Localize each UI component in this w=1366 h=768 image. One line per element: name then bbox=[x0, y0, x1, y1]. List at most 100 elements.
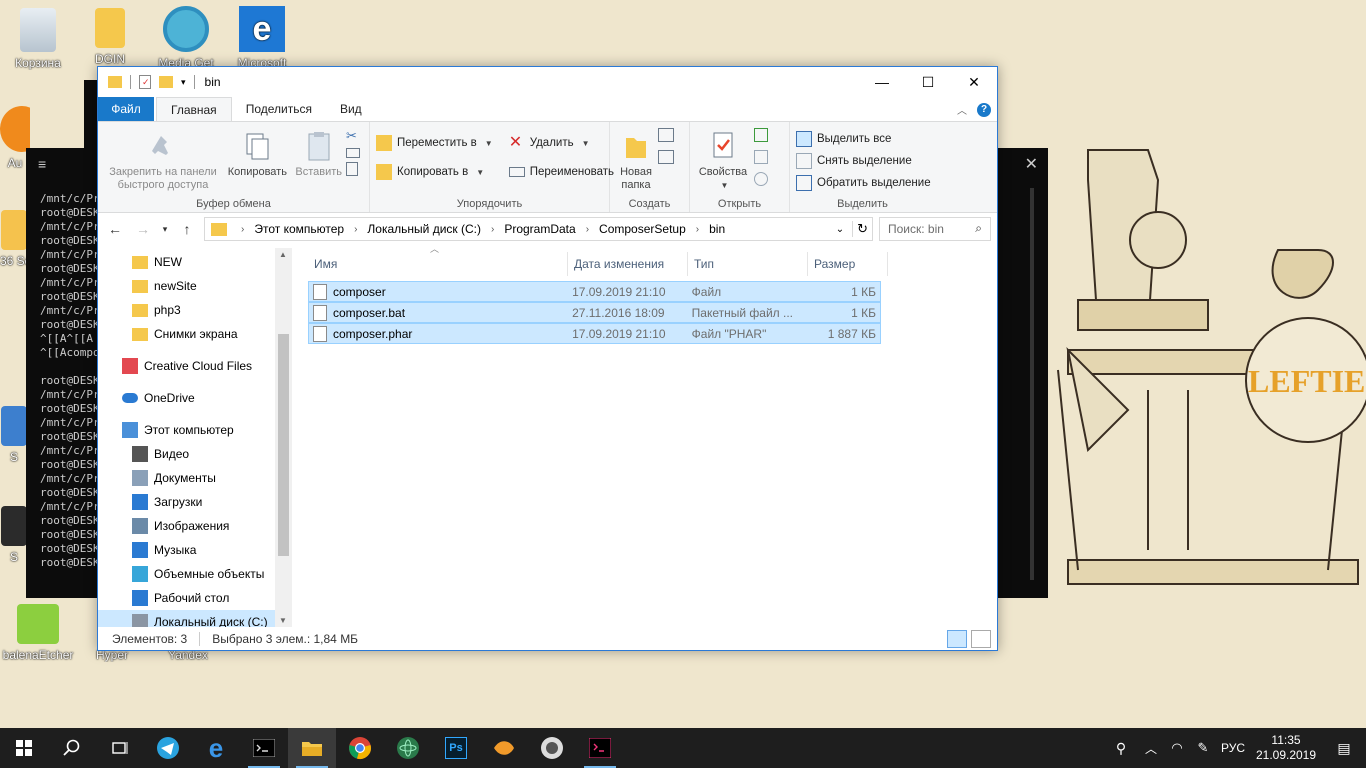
tab-file[interactable]: Файл bbox=[98, 97, 154, 121]
breadcrumb-composersetup[interactable]: ComposerSetup bbox=[599, 222, 686, 236]
desktop-icon-app36[interactable]: 36 Se bbox=[0, 210, 28, 268]
copy-button[interactable]: Копировать bbox=[225, 130, 289, 179]
delete-button[interactable]: ✕ Удалить ▼ bbox=[509, 132, 614, 154]
easy-access-icon[interactable] bbox=[658, 150, 674, 164]
search-input[interactable]: Поиск: bin ⌕ bbox=[879, 217, 991, 241]
taskbar-app-fish[interactable] bbox=[480, 728, 528, 768]
taskbar-edge[interactable]: e bbox=[192, 728, 240, 768]
details-view-button[interactable] bbox=[947, 630, 967, 648]
nav-item[interactable]: Музыка bbox=[98, 538, 292, 562]
pin-quick-access-button[interactable]: Закрепить на панели быстрого доступа bbox=[104, 130, 222, 192]
nav-item[interactable]: Этот компьютер bbox=[98, 418, 292, 442]
scroll-up-icon[interactable]: ▲ bbox=[279, 250, 287, 259]
desktop-icon-folder[interactable]: DGIN bbox=[72, 8, 148, 66]
scrollbar-thumb[interactable] bbox=[278, 334, 289, 556]
address-dropdown-chevron-icon[interactable]: ⌄ bbox=[832, 224, 848, 235]
recent-locations-chevron-icon[interactable]: ▾ bbox=[160, 224, 170, 235]
copy-path-icon[interactable] bbox=[346, 148, 360, 158]
nav-item[interactable]: Снимки экрана bbox=[98, 322, 292, 346]
properties-button[interactable]: Свойства ▼ bbox=[696, 130, 750, 192]
select-all-button[interactable]: Выделить все bbox=[796, 128, 929, 150]
task-view-button[interactable] bbox=[96, 728, 144, 768]
breadcrumb-bin[interactable]: bin bbox=[709, 222, 725, 236]
desktop-icon-mediaget[interactable]: Media Get bbox=[148, 6, 224, 70]
show-hidden-icons-icon[interactable]: ︿ bbox=[1138, 740, 1164, 757]
nav-item[interactable]: Creative Cloud Files bbox=[98, 354, 292, 378]
pen-icon[interactable]: ✎ bbox=[1190, 740, 1216, 756]
new-folder-icon[interactable] bbox=[159, 76, 173, 88]
refresh-icon[interactable]: ↻ bbox=[852, 221, 872, 237]
address-bar[interactable]: › Этот компьютер › Локальный диск (C:) ›… bbox=[204, 217, 873, 241]
desktop-icon-s1[interactable]: S bbox=[0, 406, 28, 464]
nav-item[interactable]: php3 bbox=[98, 298, 292, 322]
forward-button[interactable]: → bbox=[132, 221, 154, 237]
hamburger-menu-icon[interactable]: ≡ bbox=[38, 156, 46, 172]
desktop-icon-s2[interactable]: S bbox=[0, 506, 28, 564]
tab-home[interactable]: Главная bbox=[156, 97, 232, 121]
tab-share[interactable]: Поделиться bbox=[232, 97, 326, 121]
minimize-button[interactable]: — bbox=[859, 67, 905, 97]
properties-icon[interactable]: ✓ bbox=[139, 75, 151, 89]
column-header-type[interactable]: Тип bbox=[688, 252, 808, 276]
open-icon[interactable] bbox=[754, 128, 768, 142]
rename-button[interactable]: Переименовать bbox=[508, 161, 614, 183]
edit-icon[interactable] bbox=[754, 150, 768, 164]
taskbar-chrome[interactable] bbox=[336, 728, 384, 768]
large-icons-view-button[interactable] bbox=[971, 630, 991, 648]
new-folder-button[interactable]: Новая папка bbox=[616, 130, 656, 192]
nav-item[interactable]: Изображения bbox=[98, 514, 292, 538]
collapse-ribbon-icon[interactable]: ︿ bbox=[957, 102, 967, 117]
taskbar-telegram[interactable] bbox=[144, 728, 192, 768]
terminal-scrollbar[interactable] bbox=[1030, 188, 1034, 580]
taskbar-hyper[interactable] bbox=[576, 728, 624, 768]
maximize-button[interactable]: ☐ bbox=[905, 67, 951, 97]
notifications-icon[interactable]: ▤ bbox=[1322, 740, 1366, 757]
taskbar-app-elephant[interactable] bbox=[528, 728, 576, 768]
history-icon[interactable] bbox=[754, 172, 768, 186]
network-icon[interactable]: ◠ bbox=[1164, 740, 1190, 756]
paste-button[interactable]: Вставить bbox=[293, 130, 345, 179]
taskbar-atom[interactable] bbox=[384, 728, 432, 768]
taskbar-photoshop[interactable]: Ps bbox=[432, 728, 480, 768]
new-item-icon[interactable] bbox=[658, 128, 674, 142]
close-icon[interactable]: ✕ bbox=[1025, 154, 1038, 174]
nav-item[interactable]: Рабочий стол bbox=[98, 586, 292, 610]
clock[interactable]: 11:35 21.09.2019 bbox=[1250, 733, 1322, 763]
scroll-down-icon[interactable]: ▼ bbox=[279, 616, 287, 625]
up-button[interactable]: ↑ bbox=[176, 221, 198, 237]
breadcrumb-drive[interactable]: Локальный диск (C:) bbox=[367, 222, 481, 236]
nav-item[interactable]: OneDrive bbox=[98, 386, 292, 410]
breadcrumb-programdata[interactable]: ProgramData bbox=[504, 222, 575, 236]
column-header-size[interactable]: Размер bbox=[808, 252, 888, 276]
nav-item[interactable]: Документы bbox=[98, 466, 292, 490]
nav-item[interactable]: Объемные объекты bbox=[98, 562, 292, 586]
title-bar[interactable]: ✓ ▾ bin — ☐ ✕ bbox=[98, 67, 997, 97]
taskbar-file-explorer[interactable] bbox=[288, 728, 336, 768]
desktop-icon-recycle-bin[interactable]: Корзина bbox=[0, 8, 76, 70]
back-button[interactable]: ← bbox=[104, 221, 126, 237]
desktop-icon-edge[interactable]: e Microsoft bbox=[224, 6, 300, 70]
nav-item[interactable]: Локальный диск (C:) bbox=[98, 610, 292, 627]
invert-selection-button[interactable]: Обратить выделение bbox=[796, 172, 931, 194]
file-row[interactable]: composer.bat 27.11.2016 18:09 Пакетный фай… bbox=[308, 302, 881, 323]
people-icon[interactable]: ⚲ bbox=[1104, 740, 1138, 757]
file-row[interactable]: composer.phar 17.09.2019 21:10 Файл "PHAR"… bbox=[308, 323, 881, 344]
copy-to-button[interactable]: Копировать в ▼ bbox=[376, 161, 493, 183]
paste-shortcut-icon[interactable] bbox=[346, 162, 358, 176]
help-icon[interactable]: ? bbox=[977, 102, 991, 117]
nav-item[interactable]: newSite bbox=[98, 274, 292, 298]
tab-view[interactable]: Вид bbox=[326, 97, 376, 121]
nav-item[interactable]: NEW bbox=[98, 250, 292, 274]
nav-item[interactable]: Видео bbox=[98, 442, 292, 466]
chevron-down-icon[interactable]: ▾ bbox=[181, 77, 186, 88]
column-header-name[interactable]: Имя bbox=[308, 252, 568, 276]
select-none-button[interactable]: Снять выделение bbox=[796, 150, 929, 172]
file-row[interactable]: composer 17.09.2019 21:10 Файл 1 КБ bbox=[308, 281, 881, 302]
close-button[interactable]: ✕ bbox=[951, 67, 997, 97]
start-button[interactable] bbox=[0, 728, 48, 768]
column-header-date[interactable]: Дата изменения bbox=[568, 252, 688, 276]
navigation-scrollbar[interactable]: ▲ ▼ bbox=[275, 248, 292, 627]
search-button[interactable] bbox=[48, 728, 96, 768]
language-indicator[interactable]: РУС bbox=[1216, 741, 1250, 755]
desktop-icon-balenaetcher[interactable]: balenaEtcher bbox=[0, 604, 76, 662]
